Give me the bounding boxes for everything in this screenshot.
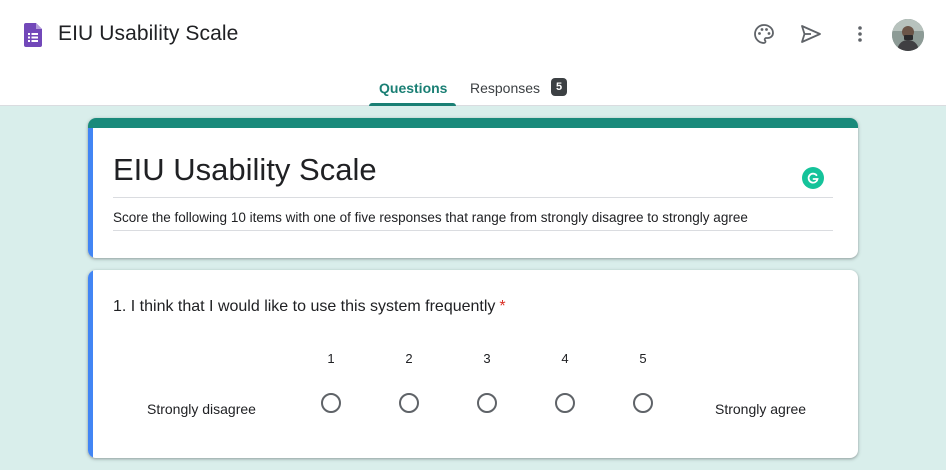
send-icon[interactable] [797,20,825,48]
grammarly-icon[interactable] [802,167,824,189]
form-description-input[interactable]: Score the following 10 items with one of… [113,210,748,225]
more-vert-icon[interactable] [846,20,874,48]
form-title-card[interactable]: EIU Usability Scale Score the following … [88,118,858,258]
scale-radio-3[interactable] [477,393,497,413]
description-underline [113,230,833,231]
palette-icon[interactable] [750,20,778,48]
question-card-indicator [88,270,93,458]
title-divider [113,197,833,198]
tab-bar: Questions Responses 5 [0,68,946,106]
scale-radio-1[interactable] [321,393,341,413]
responses-count-badge: 5 [551,78,567,96]
tab-questions[interactable]: Questions [379,80,447,96]
scale-number-5: 5 [639,351,647,366]
scale-low-label: Strongly disagree [147,401,256,417]
theme-color-band [88,118,858,128]
question-text: 1. I think that I would like to use this… [113,298,496,315]
tab-responses[interactable]: Responses [470,80,540,96]
scale-high-label: Strongly agree [715,401,807,417]
active-card-indicator [88,128,93,258]
scale-number-2: 2 [405,351,413,366]
required-asterisk: * [499,298,506,315]
scale-number-3: 3 [483,351,491,366]
scale-radio-4[interactable] [555,393,575,413]
scale-radio-2[interactable] [399,393,419,413]
scale-number-1: 1 [327,351,335,366]
app-title[interactable]: EIU Usability Scale [58,22,238,46]
question-title: 1. I think that I would like to use this… [113,298,506,316]
scale-radio-5[interactable] [633,393,653,413]
active-tab-indicator [369,103,456,106]
scale-number-4: 4 [561,351,569,366]
question-card[interactable]: 1. I think that I would like to use this… [88,270,858,458]
form-title-input[interactable]: EIU Usability Scale [113,152,377,188]
forms-doc-icon[interactable] [24,23,42,47]
top-bar: EIU Usability Scale Questions Responses … [0,0,946,106]
user-avatar[interactable] [892,19,924,51]
